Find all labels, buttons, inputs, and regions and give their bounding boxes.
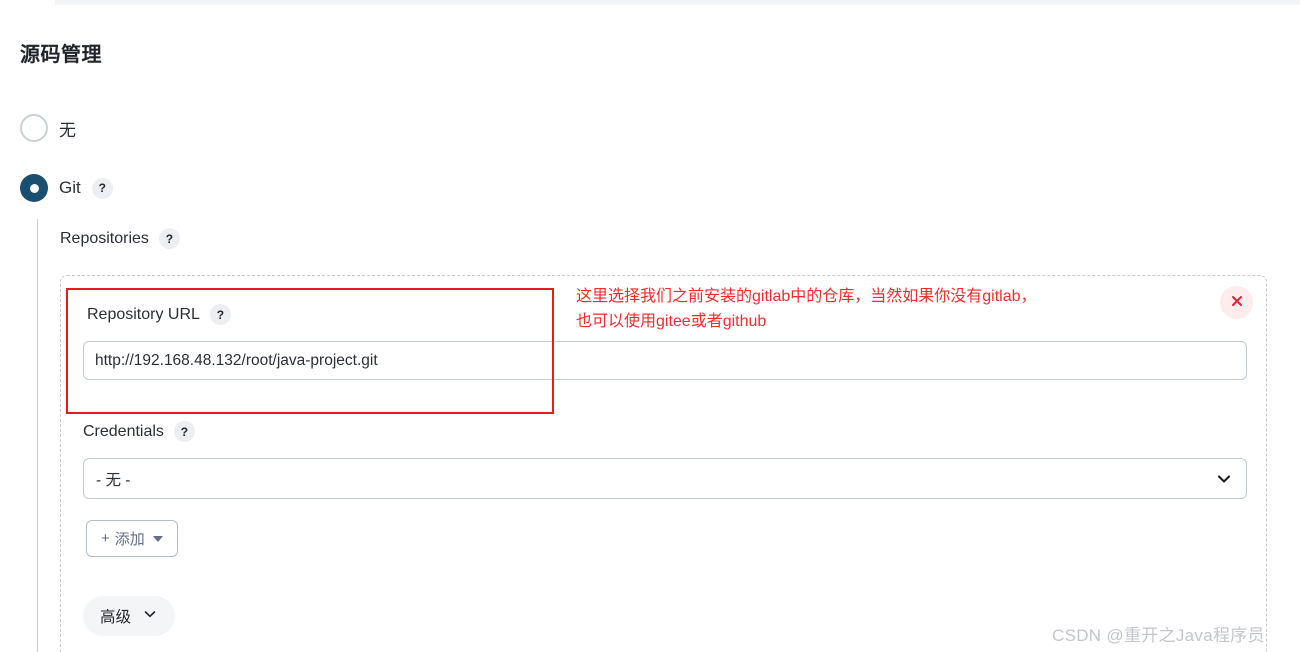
scm-option-none-label: 无 [59, 120, 76, 140]
advanced-button-label: 高级 [100, 609, 132, 626]
advanced-button[interactable]: 高级 [83, 596, 176, 636]
help-icon[interactable]: ? [91, 177, 113, 199]
add-button-label: 添加 [114, 531, 145, 548]
repository-url-input[interactable] [83, 341, 1247, 380]
repositories-section-label: Repositories ? [60, 228, 180, 249]
credentials-select[interactable]: - 无 - [83, 458, 1247, 499]
close-icon [1230, 294, 1244, 311]
help-icon[interactable]: ? [209, 304, 231, 325]
source-code-management-page: 源码管理 无 Git ? Repositories ? Repository U… [0, 0, 1300, 652]
help-icon[interactable]: ? [158, 228, 180, 249]
repositories-label-text: Repositories [60, 229, 149, 247]
credentials-select-value[interactable]: - 无 - [83, 458, 1247, 499]
scm-option-none[interactable]: 无 [20, 114, 76, 142]
chevron-down-icon [142, 606, 158, 627]
scm-option-git[interactable]: Git ? [20, 174, 113, 202]
watermark: CSDN @重开之Java程序员 [1052, 626, 1265, 645]
delete-repository-button[interactable] [1220, 286, 1253, 319]
chevron-down-icon [1215, 470, 1233, 488]
radio-git-indicator[interactable] [20, 174, 48, 202]
top-divider-band [55, 0, 1300, 5]
annotation-text: 这里选择我们之前安装的gitlab中的仓库，当然如果你没有gitlab， 也可以… [576, 288, 1037, 330]
plus-icon: + [101, 530, 110, 547]
caret-down-icon [152, 535, 163, 542]
nesting-guide-line [37, 219, 38, 652]
page-title: 源码管理 [20, 44, 102, 66]
credentials-label: Credentials ? [83, 421, 195, 442]
radio-git-dot [29, 183, 39, 193]
radio-none-indicator[interactable] [20, 114, 48, 142]
help-icon[interactable]: ? [173, 421, 195, 442]
repository-url-label-text: Repository URL [87, 305, 200, 323]
credentials-label-text: Credentials [83, 422, 164, 440]
scm-option-git-label: Git [59, 178, 81, 197]
repository-url-label: Repository URL ? [87, 304, 231, 325]
add-button[interactable]: + 添加 [86, 520, 178, 557]
